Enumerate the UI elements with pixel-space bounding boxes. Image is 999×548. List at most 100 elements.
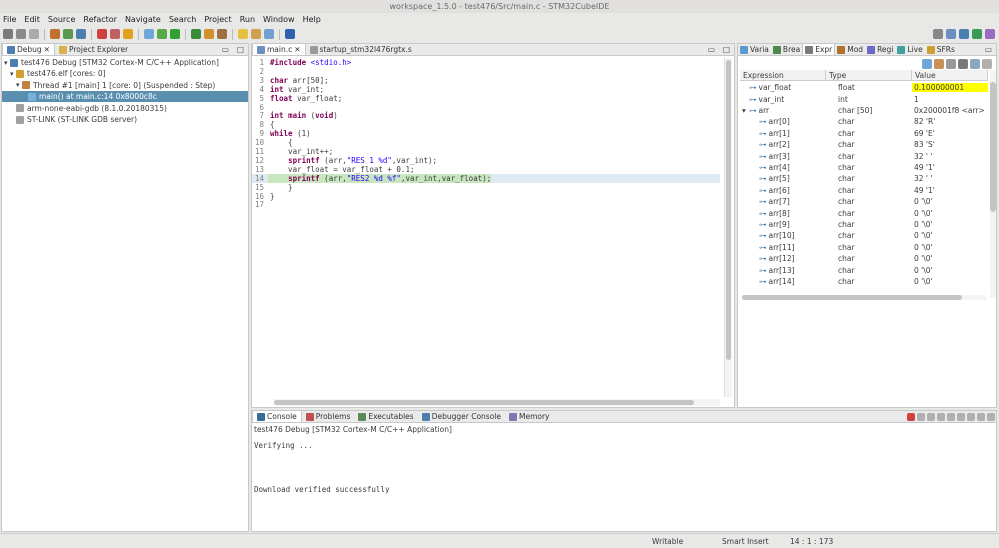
vertical-scrollbar[interactable] [724, 58, 732, 397]
maximize-icon[interactable]: □ [233, 44, 248, 55]
expression-value[interactable]: 0 '\0' [912, 243, 988, 252]
perspective-cpp-icon[interactable] [946, 29, 956, 39]
expression-row[interactable]: ▾ ⊶ arr char [50] 0x200001f8 <arr> [740, 105, 988, 116]
expression-value[interactable]: 0 '\0' [912, 254, 988, 263]
step-into-icon[interactable] [76, 29, 86, 39]
console-output[interactable]: Verifying ... Download verified successfu… [254, 441, 996, 531]
menu-source[interactable]: Source [48, 15, 75, 24]
tab-debug[interactable]: Debug ✕ [2, 44, 55, 55]
expression-value[interactable]: 49 '1' [912, 186, 988, 195]
expression-row[interactable]: ⊶ var_float float 0.100000001 [740, 82, 988, 93]
perspective-device-icon[interactable] [972, 29, 982, 39]
view-menu-icon[interactable] [982, 58, 992, 69]
save-all-icon[interactable] [29, 29, 39, 39]
display-selected-icon[interactable] [957, 413, 965, 421]
external-tools-icon[interactable] [191, 29, 201, 39]
info-icon[interactable] [285, 29, 295, 39]
add-expression-icon[interactable] [922, 58, 932, 69]
menu-run[interactable]: Run [240, 15, 255, 24]
menu-refactor[interactable]: Refactor [83, 15, 117, 24]
tab-varia[interactable]: Varia [738, 44, 771, 55]
tab-brea[interactable]: Brea [771, 44, 802, 55]
collapse-icon[interactable] [970, 58, 980, 69]
expression-row[interactable]: ⊶ arr[9] char 0 '\0' [740, 219, 988, 230]
run-config-icon[interactable] [170, 29, 180, 39]
column-type[interactable]: Type [826, 70, 912, 80]
expr-horizontal-scrollbar[interactable] [742, 295, 986, 300]
search-icon[interactable] [933, 29, 943, 39]
perspective-remote-icon[interactable] [985, 29, 995, 39]
tab-project-explorer[interactable]: Project Explorer [55, 44, 132, 55]
expression-value[interactable]: 32 ' ' [912, 174, 988, 183]
menu-project[interactable]: Project [204, 15, 231, 24]
tab-memory[interactable]: Memory [505, 411, 554, 422]
navigate-icon[interactable] [251, 29, 261, 39]
tab-debugger-console[interactable]: Debugger Console [418, 411, 505, 422]
expression-value[interactable]: 0 '\0' [912, 231, 988, 240]
tab-startup-file[interactable]: startup_stm32l476rgtx.s [306, 44, 416, 55]
tab-executables[interactable]: Executables [354, 411, 417, 422]
tree-expand-icon[interactable]: ▾ [742, 106, 747, 115]
minimize-icon[interactable]: ▭ [981, 44, 996, 55]
column-expression[interactable]: Expression [740, 70, 826, 80]
tab-expr[interactable]: Expr [802, 44, 836, 55]
debug-tree-item[interactable]: ▾ test476 Debug [STM32 Cortex-M C/C++ App… [2, 57, 248, 68]
remove-launch-icon[interactable] [917, 413, 925, 421]
open-type-icon[interactable] [204, 29, 214, 39]
expression-value[interactable]: 1 [912, 95, 988, 104]
minimize-icon[interactable] [977, 413, 985, 421]
search-icon[interactable] [217, 29, 227, 39]
tab-live[interactable]: Live [895, 44, 924, 55]
expression-row[interactable]: ⊶ arr[12] char 0 '\0' [740, 253, 988, 264]
step-over-icon[interactable] [144, 29, 154, 39]
expression-row[interactable]: ⊶ arr[0] char 82 'R' [740, 116, 988, 127]
remove-icon[interactable] [946, 58, 956, 69]
expression-value[interactable]: 0 '\0' [912, 266, 988, 275]
expression-row[interactable]: ⊶ arr[5] char 32 ' ' [740, 173, 988, 184]
menu-navigate[interactable]: Navigate [125, 15, 161, 24]
perspective-debug-icon[interactable] [959, 29, 969, 39]
layout-icon[interactable] [934, 58, 944, 69]
expression-row[interactable]: ⊶ arr[1] char 69 'E' [740, 128, 988, 139]
tab-console[interactable]: Console [252, 411, 302, 422]
debug-icon[interactable] [63, 29, 73, 39]
new-icon[interactable] [3, 29, 13, 39]
expression-row[interactable]: ⊶ arr[10] char 0 '\0' [740, 230, 988, 241]
expression-value[interactable]: 82 'R' [912, 117, 988, 126]
run-icon[interactable] [157, 29, 167, 39]
expression-row[interactable]: ⊶ arr[3] char 32 ' ' [740, 150, 988, 161]
expression-value[interactable]: 83 'S' [912, 140, 988, 149]
expression-row[interactable]: ⊶ arr[2] char 83 'S' [740, 139, 988, 150]
minimize-icon[interactable]: ▭ [704, 44, 719, 55]
debug-tree-item[interactable]: ST-LINK (ST-LINK GDB server) [2, 114, 248, 125]
debug-tree-item[interactable]: ▾ Thread #1 [main] 1 [core: 0] (Suspended… [2, 80, 248, 91]
back-icon[interactable] [264, 29, 274, 39]
expression-row[interactable]: ⊶ arr[4] char 49 '1' [740, 162, 988, 173]
menu-search[interactable]: Search [169, 15, 196, 24]
tab-regi[interactable]: Regi [865, 44, 895, 55]
expression-row[interactable]: ⊶ var_int int 1 [740, 93, 988, 104]
remove-all-icon[interactable] [958, 58, 968, 69]
expression-value[interactable]: 32 ' ' [912, 152, 988, 161]
expression-row[interactable]: ⊶ arr[14] char 0 '\0' [740, 276, 988, 287]
expression-value[interactable]: 0x200001f8 <arr> [912, 106, 988, 115]
save-icon[interactable] [16, 29, 26, 39]
expression-value[interactable]: 0.100000001 [912, 83, 988, 93]
maximize-icon[interactable]: □ [719, 44, 734, 55]
tab-problems[interactable]: Problems [302, 411, 355, 422]
scroll-lock-icon[interactable] [937, 413, 945, 421]
horizontal-scrollbar[interactable] [274, 399, 720, 406]
expression-row[interactable]: ⊶ arr[13] char 0 '\0' [740, 264, 988, 275]
debug-tree-item[interactable]: arm-none-eabi-gdb (8.1.0.20180315) [2, 103, 248, 114]
menu-window[interactable]: Window [263, 15, 295, 24]
open-console-icon[interactable] [967, 413, 975, 421]
expression-row[interactable]: ⊶ arr[6] char 49 '1' [740, 185, 988, 196]
pin-console-icon[interactable] [947, 413, 955, 421]
expr-vertical-scrollbar[interactable] [990, 70, 996, 298]
expression-value[interactable]: 0 '\0' [912, 197, 988, 206]
expression-value[interactable]: 49 '1' [912, 163, 988, 172]
column-value[interactable]: Value [912, 70, 988, 80]
maximize-icon[interactable] [987, 413, 995, 421]
tab-sfrs[interactable]: SFRs [925, 44, 957, 55]
expression-value[interactable]: 0 '\0' [912, 277, 988, 286]
